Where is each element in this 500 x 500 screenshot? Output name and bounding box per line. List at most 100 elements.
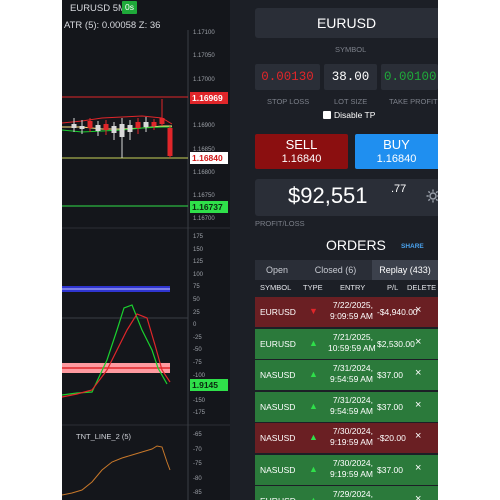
order-row[interactable]: NASUSD ▲ 7/31/2024, 9:54:59 AM $37.00 ×: [255, 360, 438, 390]
candle-body: [143, 122, 149, 127]
order-entry-date: 7/21/2025,: [332, 331, 373, 342]
tab-open[interactable]: Open: [255, 260, 299, 280]
delete-order-icon[interactable]: ×: [415, 368, 421, 379]
gear-icon[interactable]: [425, 188, 438, 204]
candle-body: [119, 124, 125, 137]
order-entry: 7/31/2024, 9:54:59 AM: [328, 363, 373, 385]
candle-body: [151, 122, 157, 126]
sell-button[interactable]: SELL 1.16840: [255, 134, 348, 169]
axis-tick-label: 1.16800: [193, 169, 215, 176]
axis-tick-label: -25: [193, 334, 202, 341]
axis-tick-label: 1.16900: [193, 123, 215, 130]
candle-body: [103, 124, 109, 130]
orders-table-header: SYMBOL TYPE ENTRY P/L DELETE: [255, 281, 438, 295]
indicator-title: TNT_LINE_2 (5): [76, 432, 132, 441]
order-symbol: NASUSD: [260, 370, 296, 380]
order-entry-time: 10:59:59 AM: [328, 342, 376, 353]
col-symbol: SYMBOL: [260, 283, 292, 292]
order-type-icon: ▲: [309, 337, 318, 348]
order-entry: 7/21/2025, 10:59:59 AM: [328, 331, 376, 354]
order-row[interactable]: NASUSD ▲ 7/30/2024, 9:19:59 AM -$20.00 ×: [255, 423, 438, 453]
order-pl: -$4,940.00: [377, 307, 418, 317]
axis-tick-label: 25: [193, 309, 200, 316]
order-entry-date: 7/22/2025,: [332, 300, 373, 310]
order-type-icon: ▲: [309, 432, 318, 442]
axis-tick-label: -50: [193, 347, 202, 354]
order-entry-date: 7/30/2024,: [332, 426, 373, 436]
order-row[interactable]: EURUSD ▲ 7/21/2025, 10:59:59 AM $2,530.00 ×: [255, 328, 438, 359]
chart-canvas: [62, 30, 230, 500]
sell-label: SELL: [285, 137, 318, 152]
tab-replay[interactable]: Replay (433): [372, 260, 438, 280]
tnt-line: [62, 445, 171, 496]
screen: EURUSD 5M 0s ATR (5): 0.00058 Z: 36 1.17…: [0, 0, 500, 500]
orders-title: ORDERS: [326, 237, 386, 253]
price-tag-upper: 1.16969: [190, 92, 228, 104]
axis-tick-label: 1.16750: [193, 193, 215, 200]
axis-tick-label: 75: [193, 284, 200, 291]
order-entry: 7/22/2025, 9:09:59 AM: [328, 300, 373, 322]
axis-tick-label: 100: [193, 271, 204, 278]
axis-tick-label: 125: [193, 259, 204, 266]
delete-order-icon[interactable]: ×: [415, 399, 421, 411]
delete-order-icon[interactable]: ×: [415, 494, 421, 500]
lot-size-input[interactable]: 38.00: [324, 64, 377, 90]
order-pl: $37.00: [377, 401, 403, 412]
buy-button[interactable]: BUY 1.16840: [355, 134, 438, 169]
order-symbol: EURUSD: [260, 496, 296, 500]
orders-tabs: Open Closed (6) Replay (433): [255, 260, 438, 280]
axis-tick-label: 1.17050: [193, 53, 215, 60]
symbol-field[interactable]: EURUSD: [255, 8, 438, 38]
stop-loss-input[interactable]: 0.00130: [255, 64, 320, 90]
order-row[interactable]: NASUSD ▲ 7/31/2024, 9:54:59 AM $37.00 ×: [255, 391, 438, 422]
axis-tick-label: -80: [193, 475, 202, 482]
delete-order-icon[interactable]: ×: [415, 431, 421, 442]
tab-closed[interactable]: Closed (6): [299, 260, 372, 280]
price-tag-current: 1.16840: [190, 152, 228, 164]
order-entry-date: 7/31/2024,: [332, 394, 373, 405]
col-delete: DELETE: [407, 283, 437, 292]
axis-tick-label: 1.16700: [193, 216, 215, 223]
lot-size-label: LOT SIZE: [334, 97, 368, 106]
order-entry-time: 9:19:59 AM: [329, 468, 373, 479]
order-type-icon: ▲: [309, 400, 318, 411]
order-pl: $37.00: [377, 464, 403, 475]
axis-tick-label: -175: [193, 410, 206, 417]
stop-loss-label: STOP LOSS: [267, 97, 310, 106]
order-symbol: NASUSD: [260, 433, 296, 443]
order-pl: -$20.00: [377, 433, 406, 443]
delete-order-icon[interactable]: ×: [415, 305, 421, 316]
order-row[interactable]: NASUSD ▲ 7/30/2024, 9:19:59 AM $37.00 ×: [255, 454, 438, 485]
axis-tick-label: -65: [193, 432, 202, 438]
delete-order-icon[interactable]: ×: [415, 462, 421, 474]
atr-readout: ATR (5): 0.00058 Z: 36: [64, 20, 161, 31]
disable-tp-checkbox[interactable]: [323, 111, 331, 119]
candle-body: [95, 125, 101, 131]
order-symbol: NASUSD: [260, 401, 296, 412]
take-profit-input[interactable]: 0.00100: [381, 64, 438, 90]
order-type-icon: ▼: [309, 306, 318, 316]
axis-tick-label: -70: [193, 446, 202, 453]
trade-panel: EURUSD SYMBOL 0.00130 38.00 0.00100 STOP…: [230, 0, 438, 500]
delete-order-icon[interactable]: ×: [415, 336, 421, 348]
order-symbol: NASUSD: [260, 464, 296, 475]
order-symbol: EURUSD: [260, 307, 296, 317]
profit-loss-display: $92,551 .77: [255, 179, 438, 216]
profit-loss-label: PROFIT/LOSS: [255, 219, 305, 228]
disable-tp-label[interactable]: Disable TP: [334, 110, 375, 120]
timeframe-badge[interactable]: 0s: [122, 1, 137, 14]
buy-price: 1.16840: [376, 153, 417, 165]
oscillator-tag: 1.9145: [190, 379, 228, 391]
order-pl: $2,530.00: [377, 338, 415, 349]
col-type: TYPE: [303, 283, 323, 292]
axis-tick-label: 50: [193, 297, 200, 303]
order-row[interactable]: EURUSD ▲ 7/29/2024, ×: [255, 486, 438, 500]
order-entry-time: 9:09:59 AM: [329, 311, 373, 321]
price-chart[interactable]: EURUSD 5M 0s ATR (5): 0.00058 Z: 36 1.17…: [62, 0, 230, 500]
page-margin: [438, 0, 500, 500]
profit-loss-value: $92,551: [288, 183, 368, 208]
order-entry: 7/30/2024, 9:19:59 AM: [328, 458, 373, 480]
share-button[interactable]: SHARE: [401, 243, 424, 250]
order-row[interactable]: EURUSD ▼ 7/22/2025, 9:09:59 AM -$4,940.00 ×: [255, 297, 438, 327]
axis-tick-label: 150: [193, 246, 204, 253]
